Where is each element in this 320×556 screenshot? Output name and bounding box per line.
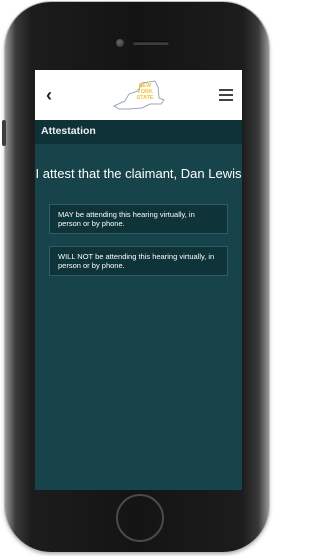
attestation-statement: I attest that the claimant, Dan Lewis: [35, 166, 242, 181]
option-label: MAY be attending this hearing virtually,…: [58, 210, 195, 228]
front-camera: [116, 39, 124, 47]
page-title: Attestation: [41, 125, 96, 137]
option-will-not-attend[interactable]: WILL NOT be attending this hearing virtu…: [49, 246, 228, 276]
title-bar: Attestation: [35, 120, 242, 144]
app-screen: ‹ NEW YORK STATE Attestation I attest th…: [35, 70, 242, 490]
hamburger-icon[interactable]: [219, 89, 233, 101]
side-button: [2, 120, 6, 146]
logo-text-state: STATE: [136, 95, 154, 101]
earpiece-speaker: [133, 41, 169, 45]
new-york-state-logo: NEW YORK STATE: [112, 80, 165, 110]
app-header: ‹ NEW YORK STATE: [35, 70, 242, 120]
option-label: WILL NOT be attending this hearing virtu…: [58, 252, 215, 270]
option-may-attend[interactable]: MAY be attending this hearing virtually,…: [49, 204, 228, 234]
home-button[interactable]: [116, 494, 164, 542]
chevron-left-icon[interactable]: ‹: [46, 86, 52, 104]
